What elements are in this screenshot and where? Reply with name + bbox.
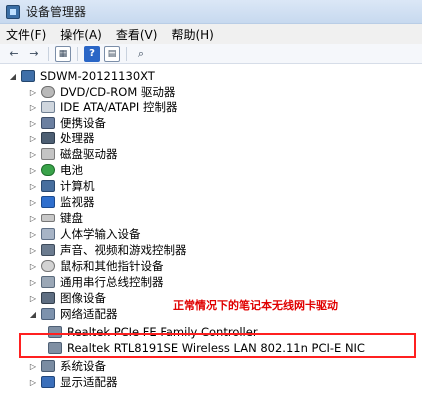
- tree-item-label: 磁盘驱动器: [60, 147, 118, 161]
- tree-item-dvd[interactable]: ▷ DVD/CD-ROM 驱动器: [28, 84, 175, 100]
- expand-icon[interactable]: ▷: [28, 198, 38, 207]
- computer-icon: [21, 70, 35, 82]
- menu-view[interactable]: 查看(V): [116, 26, 158, 43]
- expand-icon[interactable]: ▷: [28, 166, 38, 175]
- dvd-drive-icon: [41, 86, 55, 98]
- portable-device-icon: [41, 117, 55, 129]
- mouse-icon: [41, 260, 55, 272]
- tree-root[interactable]: ◢ SDWM-20121130XT: [8, 68, 155, 84]
- monitor-icon: [41, 196, 55, 208]
- expand-icon[interactable]: ▷: [28, 88, 38, 97]
- tree-item-label: 键盘: [60, 211, 83, 225]
- root-label: SDWM-20121130XT: [40, 69, 155, 83]
- menu-file[interactable]: 文件(F): [6, 26, 46, 43]
- tree-item-label: 鼠标和其他指针设备: [60, 259, 164, 273]
- tree-item-label: 声音、视频和游戏控制器: [60, 243, 187, 257]
- tree-item-disk[interactable]: ▷ 磁盘驱动器: [28, 146, 118, 162]
- display-adapter-icon: [41, 376, 55, 388]
- system-device-icon: [41, 360, 55, 372]
- expand-icon[interactable]: ▷: [28, 362, 38, 371]
- tree-item-label: 便携设备: [60, 116, 106, 130]
- usb-controller-icon: [41, 276, 55, 288]
- tree-item-sound[interactable]: ▷ 声音、视频和游戏控制器: [28, 242, 187, 258]
- help-icon[interactable]: ?: [84, 45, 100, 62]
- highlight-box: [19, 333, 416, 358]
- expand-icon[interactable]: ▷: [28, 103, 38, 112]
- tree-item-label: 系统设备: [60, 359, 106, 373]
- properties-icon[interactable]: ▦: [55, 45, 71, 62]
- toolbar-separator: [48, 46, 49, 61]
- disk-drive-icon: [41, 148, 55, 160]
- tree-item-hid[interactable]: ▷ 人体学输入设备: [28, 226, 141, 242]
- tree-item-display[interactable]: ▷ 显示适配器: [28, 374, 118, 390]
- expand-icon[interactable]: ▷: [28, 119, 38, 128]
- expand-icon[interactable]: ▷: [28, 278, 38, 287]
- tree-item-battery[interactable]: ▷ 电池: [28, 162, 83, 178]
- computer-icon: [41, 180, 55, 192]
- forward-icon[interactable]: →: [26, 46, 42, 62]
- tree-item-mouse[interactable]: ▷ 鼠标和其他指针设备: [28, 258, 164, 274]
- tree-item-processor[interactable]: ▷ 处理器: [28, 130, 95, 146]
- tree-item-computer[interactable]: ▷ 计算机: [28, 178, 95, 194]
- expand-icon[interactable]: ▷: [28, 214, 38, 223]
- battery-icon: [41, 164, 55, 176]
- expand-icon[interactable]: ▷: [28, 150, 38, 159]
- processor-icon: [41, 132, 55, 144]
- tree-item-label: 图像设备: [60, 291, 106, 305]
- toolbar-separator: [126, 46, 127, 61]
- tree-item-label: 显示适配器: [60, 375, 118, 389]
- toolbar: ← → ▦ ? ▤ ⌕: [0, 44, 422, 64]
- expand-icon[interactable]: ▷: [28, 134, 38, 143]
- expand-icon[interactable]: ▷: [28, 182, 38, 191]
- tree-item-label: IDE ATA/ATAPI 控制器: [60, 100, 178, 114]
- network-adapter-icon: [41, 308, 55, 320]
- collapse-icon[interactable]: ◢: [8, 72, 18, 81]
- collapse-icon[interactable]: ◢: [28, 310, 38, 319]
- device-manager-icon: [6, 4, 20, 19]
- menu-bar: 文件(F) 操作(A) 查看(V) 帮助(H): [0, 24, 422, 44]
- tree-item-label: 电池: [60, 163, 83, 177]
- speaker-icon: [41, 244, 55, 256]
- title-bar: 设备管理器: [0, 0, 422, 24]
- expand-icon[interactable]: ▷: [28, 262, 38, 271]
- tree-item-portable[interactable]: ▷ 便携设备: [28, 115, 106, 131]
- toolbar-separator: [77, 46, 78, 61]
- hid-device-icon: [41, 228, 55, 240]
- expand-icon[interactable]: ▷: [28, 294, 38, 303]
- tree-item-system[interactable]: ▷ 系统设备: [28, 358, 106, 374]
- tree-item-label: 通用串行总线控制器: [60, 275, 164, 289]
- scan-hardware-icon[interactable]: ⌕: [133, 46, 149, 62]
- device-tree: ◢ SDWM-20121130XT ▷ DVD/CD-ROM 驱动器 ▷ IDE…: [0, 64, 422, 416]
- tree-item-label: DVD/CD-ROM 驱动器: [60, 85, 176, 99]
- tree-item-network[interactable]: ◢ 网络适配器: [28, 306, 118, 322]
- tree-item-label: 网络适配器: [60, 307, 118, 321]
- expand-icon[interactable]: ▷: [28, 378, 38, 387]
- expand-icon[interactable]: ▷: [28, 246, 38, 255]
- tree-item-label: 处理器: [60, 131, 95, 145]
- tree-item-imaging[interactable]: ▷ 图像设备: [28, 290, 106, 306]
- expand-icon[interactable]: ▷: [28, 230, 38, 239]
- tree-item-usb[interactable]: ▷ 通用串行总线控制器: [28, 274, 164, 290]
- back-icon[interactable]: ←: [6, 46, 22, 62]
- menu-action[interactable]: 操作(A): [60, 26, 102, 43]
- menu-help[interactable]: 帮助(H): [171, 26, 213, 43]
- tree-item-ide[interactable]: ▷ IDE ATA/ATAPI 控制器: [28, 99, 178, 115]
- tree-item-monitor[interactable]: ▷ 监视器: [28, 194, 95, 210]
- tree-item-label: 计算机: [60, 179, 95, 193]
- window-title: 设备管理器: [26, 5, 87, 19]
- tree-item-label: 监视器: [60, 195, 95, 209]
- camera-icon: [41, 292, 55, 304]
- annotation-note: 正常情况下的笔记本无线网卡驱动: [173, 299, 338, 312]
- tree-item-label: 人体学输入设备: [60, 227, 141, 241]
- ide-controller-icon: [41, 101, 55, 113]
- keyboard-icon: [41, 214, 55, 222]
- tree-item-keyboard[interactable]: ▷ 键盘: [28, 210, 83, 226]
- list-icon[interactable]: ▤: [104, 45, 120, 62]
